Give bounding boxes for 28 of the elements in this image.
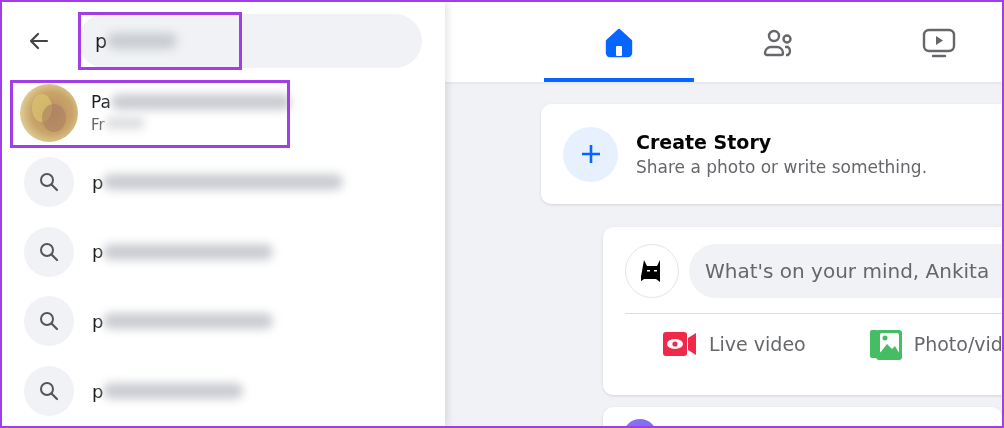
house-icon <box>603 26 635 59</box>
live-button[interactable]: Live video <box>663 328 806 360</box>
video-camera-icon <box>663 331 697 357</box>
post-input-field[interactable]: What's on your mind, Ankita <box>689 244 1002 298</box>
search-result[interactable]: p <box>2 356 445 426</box>
photo-button[interactable]: Photo/vid <box>869 328 1002 360</box>
search-icon <box>24 226 74 277</box>
search-result[interactable]: Pa Fr <box>2 79 445 148</box>
result-text: p <box>92 380 104 402</box>
result-subtitle: Fr <box>91 116 105 135</box>
story-title: Create Story <box>636 131 773 153</box>
search-icon <box>24 366 74 417</box>
story-subtitle: Share a photo or write something. <box>636 157 928 177</box>
create-story-card[interactable]: Create Story Share a photo or write something. <box>541 104 1002 204</box>
photo-icon <box>869 328 902 360</box>
blurred-text <box>107 32 178 49</box>
search-icon <box>24 157 74 208</box>
result-name: Pa <box>91 92 111 113</box>
result-text: p <box>92 310 104 332</box>
search-result[interactable]: p <box>2 216 445 287</box>
blurred-text <box>104 117 145 130</box>
result-text: p <box>92 241 104 263</box>
search-result[interactable]: p <box>2 147 445 217</box>
search-result[interactable]: p <box>2 286 445 357</box>
result-text: p <box>92 171 104 193</box>
search-field[interactable]: p <box>78 13 422 68</box>
search-icon <box>24 296 74 347</box>
video-icon <box>922 26 956 59</box>
